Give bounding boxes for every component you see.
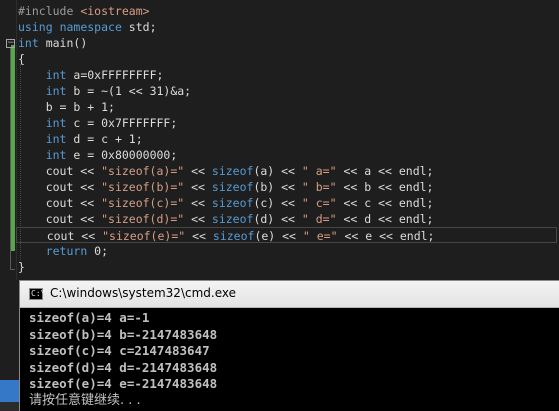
code-line[interactable]: int a=0xFFFFFFFF;	[18, 67, 164, 83]
code-token: e = 0x80000000;	[66, 148, 178, 162]
code-token: int	[45, 148, 67, 162]
code-line[interactable]: int d = c + 1;	[18, 131, 143, 147]
code-token: <iostream>	[80, 4, 150, 18]
code-token: main()	[38, 36, 88, 50]
code-token: cout <<	[18, 180, 102, 194]
console-prompt: 请按任意键继续. . .	[29, 392, 141, 408]
code-line[interactable]: int main()	[18, 35, 87, 51]
code-token: " c="	[301, 196, 337, 210]
code-token: (d) <<	[253, 212, 302, 226]
code-token: d = c + 1;	[66, 132, 143, 146]
code-token: }	[18, 260, 25, 274]
code-line[interactable]: }	[18, 259, 25, 275]
code-token: << b << endl;	[336, 180, 434, 194]
change-indicator-bar	[11, 45, 15, 251]
code-line[interactable]: int b = ~(1 << 31)&a;	[18, 83, 191, 99]
code-line[interactable]: cout << "sizeof(c)=" << sizeof(c) << " c…	[18, 195, 434, 211]
code-token: <<	[184, 212, 212, 226]
code-token: "sizeof(e)="	[102, 229, 186, 243]
outline-end	[10, 269, 15, 270]
code-token: using	[18, 20, 53, 34]
code-token: sizeof	[211, 180, 254, 194]
code-token: sizeof	[211, 196, 254, 210]
code-token: int	[18, 36, 39, 50]
cmd-icon: C:\	[29, 288, 46, 300]
code-token: int	[45, 84, 67, 98]
code-token: a=0xFFFFFFFF;	[66, 68, 164, 82]
code-token: "sizeof(d)="	[101, 212, 185, 226]
code-token: {	[18, 52, 25, 66]
code-token: c = 0x7FFFFFFF;	[66, 116, 178, 130]
code-token: sizeof	[212, 229, 255, 243]
code-token: " e="	[302, 229, 338, 243]
code-token: << c << endl;	[336, 196, 434, 210]
code-token: (b) <<	[253, 180, 302, 194]
collapse-main-icon[interactable]: −	[6, 39, 15, 48]
console-window[interactable]: C:\ C:\windows\system32\cmd.exe sizeof(a…	[19, 280, 559, 411]
code-line[interactable]: cout << "sizeof(d)=" << sizeof(d) << " d…	[18, 211, 434, 227]
code-token: int	[45, 116, 67, 130]
code-token: cout <<	[18, 164, 102, 178]
code-token: b = ~(1 << 31)&a;	[66, 84, 192, 98]
console-output: sizeof(a)=4 a=-1 sizeof(b)=4 b=-214748364…	[29, 310, 559, 409]
code-token: (a) <<	[253, 164, 302, 178]
code-token: << a << endl;	[336, 164, 434, 178]
console-line: sizeof(e)=4 e=-2147483648	[29, 376, 218, 391]
code-token: std;	[121, 20, 157, 34]
code-token: <<	[184, 180, 212, 194]
code-line[interactable]: cout << "sizeof(b)=" << sizeof(b) << " b…	[18, 179, 434, 195]
code-line[interactable]: using namespace std;	[18, 19, 157, 35]
selected-item-highlight	[0, 380, 19, 402]
code-token: b = b + 1;	[18, 100, 115, 114]
console-line: sizeof(d)=4 d=-2147483648	[29, 359, 218, 375]
console-line: sizeof(b)=4 b=-2147483648	[29, 326, 218, 342]
solution-explorer-strip	[0, 380, 19, 411]
code-token: " a="	[301, 164, 337, 178]
code-token: << e << endl;	[337, 229, 435, 243]
code-token: return	[45, 244, 88, 258]
code-line[interactable]: #include <iostream>	[18, 3, 150, 19]
code-line[interactable]: {	[18, 51, 25, 67]
code-token: "sizeof(a)="	[101, 164, 185, 178]
code-token: int	[45, 68, 67, 82]
code-token: 0;	[87, 244, 109, 258]
code-token: cout <<	[19, 229, 103, 243]
console-line: sizeof(c)=4 c=2147483647	[29, 343, 210, 358]
console-titlebar[interactable]: C:\ C:\windows\system32\cmd.exe	[20, 281, 559, 308]
code-token: <<	[185, 229, 213, 243]
code-editor[interactable]: − #include <iostream> using namespace std…	[0, 0, 559, 280]
code-token: "sizeof(b)="	[101, 180, 185, 194]
code-token: cout <<	[18, 212, 102, 226]
code-token: sizeof	[211, 212, 254, 226]
code-token: namespace	[59, 20, 122, 34]
code-token: (c) <<	[253, 196, 302, 210]
code-token: " b="	[301, 180, 337, 194]
console-line: sizeof(a)=4 a=-1	[29, 310, 150, 325]
code-line[interactable]: cout << "sizeof(a)=" << sizeof(a) << " a…	[18, 163, 434, 179]
code-token: int	[45, 132, 67, 146]
code-line[interactable]: int e = 0x80000000;	[18, 147, 178, 163]
code-line[interactable]: return 0;	[18, 243, 108, 259]
code-token: sizeof	[211, 164, 254, 178]
code-line[interactable]: cout << "sizeof(e)=" << sizeof(e) << " e…	[16, 227, 557, 243]
code-token: " d="	[301, 212, 337, 226]
code-token: cout <<	[18, 196, 102, 210]
code-token: "sizeof(c)="	[101, 196, 185, 210]
code-token: << d << endl;	[336, 212, 434, 226]
code-token: <<	[184, 196, 212, 210]
code-token: #include	[18, 4, 81, 18]
code-line[interactable]: b = b + 1;	[18, 99, 115, 115]
code-line[interactable]: int c = 0x7FFFFFFF;	[18, 115, 178, 131]
console-title: C:\windows\system32\cmd.exe	[50, 286, 236, 300]
code-token: <<	[184, 164, 212, 178]
code-token: (e) <<	[254, 229, 303, 243]
